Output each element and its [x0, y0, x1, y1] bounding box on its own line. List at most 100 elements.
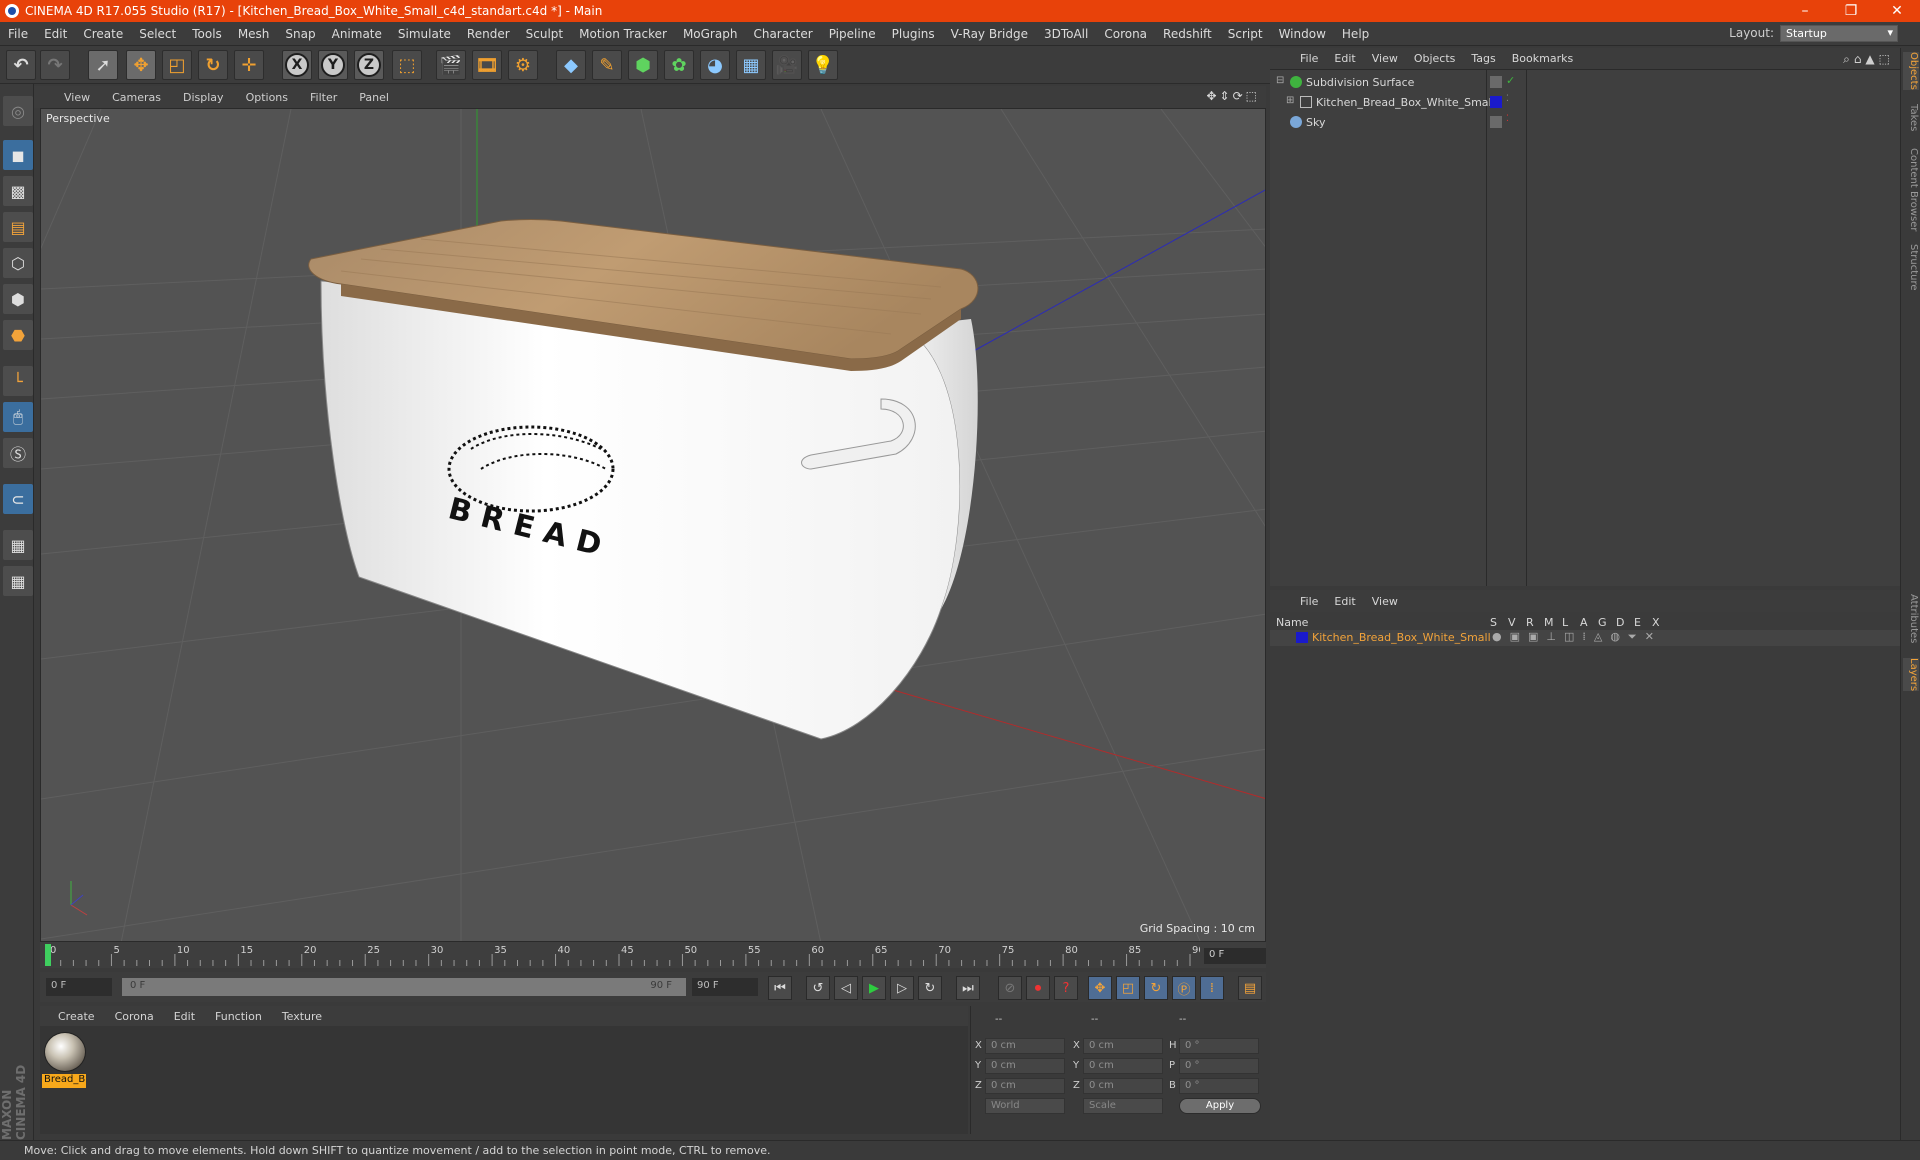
camera-icon[interactable]: 🎥 [772, 50, 802, 80]
menu-create[interactable]: Create [75, 27, 131, 41]
material-menu-texture[interactable]: Texture [272, 1010, 332, 1023]
cloner-icon[interactable]: ✿ [664, 50, 694, 80]
rot-h-field[interactable]: 0 ° [1179, 1038, 1259, 1054]
current-frame-field[interactable]: 0 F [1204, 948, 1266, 964]
key-position-icon[interactable]: ✥ [1088, 976, 1112, 1000]
layer-color-swatch[interactable] [1296, 632, 1308, 643]
light-icon[interactable]: 💡 [808, 50, 838, 80]
size-z-field[interactable]: 0 cm [1083, 1078, 1163, 1094]
coordinate-mode-select[interactable]: World [985, 1098, 1065, 1114]
layer-name[interactable]: Kitchen_Bread_Box_White_Small [1312, 631, 1491, 644]
tab-objects[interactable]: Objects [1903, 52, 1919, 90]
restore-button[interactable]: ❐ [1828, 3, 1874, 19]
viewport-navigation-icons[interactable]: ✥⇕⟳⬚ [1206, 89, 1260, 103]
scale-mode-select[interactable]: Scale [1083, 1098, 1163, 1114]
render-settings-icon[interactable]: ⚙ [508, 50, 538, 80]
size-y-field[interactable]: 0 cm [1083, 1058, 1163, 1074]
tab-structure[interactable]: Structure [1903, 244, 1919, 291]
layer-col-generators[interactable]: G [1598, 616, 1607, 629]
polygons-mode-icon[interactable]: ⬣ [3, 320, 33, 350]
layer-col-manager[interactable]: M [1544, 616, 1554, 629]
layout-select[interactable]: Startup [1780, 25, 1898, 42]
playhead-marker[interactable] [45, 944, 51, 966]
material-menu-edit[interactable]: Edit [164, 1010, 205, 1023]
key-rotation-icon[interactable]: ↻ [1144, 976, 1168, 1000]
menu-tools[interactable]: Tools [184, 27, 230, 41]
objects-menu-bookmarks[interactable]: Bookmarks [1504, 52, 1581, 65]
end-frame-field[interactable]: 90 F [692, 978, 758, 996]
pos-y-field[interactable]: 0 cm [985, 1058, 1065, 1074]
select-arrow-icon[interactable]: ➚ [88, 50, 118, 80]
menu-redshift[interactable]: Redshift [1155, 27, 1220, 41]
layer-col-solo[interactable]: S [1490, 616, 1497, 629]
tab-takes[interactable]: Takes [1903, 104, 1919, 131]
key-pla-icon[interactable]: ⁞ [1200, 976, 1224, 1000]
objects-menu-edit[interactable]: Edit [1326, 52, 1363, 65]
material-menu-corona[interactable]: Corona [105, 1010, 164, 1023]
pen-spline-icon[interactable]: ✎ [592, 50, 622, 80]
layer-col-view[interactable]: V [1508, 616, 1516, 629]
material-preview-ball[interactable] [44, 1032, 86, 1072]
undo-icon[interactable]: ↶ [6, 50, 36, 80]
rot-b-field[interactable]: 0 ° [1179, 1078, 1259, 1094]
rot-p-field[interactable]: 0 ° [1179, 1058, 1259, 1074]
snap-magnet-icon[interactable]: ⊂ [3, 484, 33, 514]
y-axis-lock-button[interactable]: Y [318, 50, 348, 80]
cube-object-icon[interactable]: ◆ [556, 50, 586, 80]
enabled-check-icon[interactable]: ✓ [1506, 74, 1515, 87]
close-button[interactable]: ✕ [1874, 3, 1920, 19]
layer-col-animation[interactable]: A [1580, 616, 1588, 629]
make-editable-icon[interactable]: ◎ [3, 96, 33, 126]
material-menu-function[interactable]: Function [205, 1010, 272, 1023]
minimize-button[interactable]: – [1782, 3, 1828, 19]
pos-z-field[interactable]: 0 cm [985, 1078, 1065, 1094]
next-key-icon[interactable]: ↻ [918, 976, 942, 1000]
menu-file[interactable]: File [0, 27, 36, 41]
objects-menu-view[interactable]: View [1364, 52, 1406, 65]
record-keys-icon[interactable]: ⊘ [998, 976, 1022, 1000]
rotate-tool-icon[interactable]: ↻ [198, 50, 228, 80]
layer-col-render[interactable]: R [1526, 616, 1534, 629]
menu-corona[interactable]: Corona [1096, 27, 1155, 41]
texture-mode-icon[interactable]: ▩ [3, 176, 33, 206]
menu-help[interactable]: Help [1334, 27, 1377, 41]
scale-tool-icon[interactable]: ◰ [162, 50, 192, 80]
menu-mesh[interactable]: Mesh [230, 27, 278, 41]
display-tag-icon[interactable] [1490, 116, 1502, 128]
frame-range-slider[interactable]: 0 F 90 F [122, 978, 686, 996]
menu-render[interactable]: Render [459, 27, 518, 41]
redo-icon[interactable]: ↷ [40, 50, 70, 80]
layer-col-xref[interactable]: X [1652, 616, 1660, 629]
menu-3dtoall[interactable]: 3DToAll [1036, 27, 1096, 41]
layers-menu-edit[interactable]: Edit [1326, 595, 1363, 608]
menu-select[interactable]: Select [131, 27, 184, 41]
previous-frame-icon[interactable]: ◁ [834, 976, 858, 1000]
objects-menu-tags[interactable]: Tags [1463, 52, 1503, 65]
floor-icon[interactable]: ▦ [736, 50, 766, 80]
previous-key-icon[interactable]: ↺ [806, 976, 830, 1000]
render-view-icon[interactable]: 🎬 [436, 50, 466, 80]
go-to-start-icon[interactable]: ⏮ [768, 976, 792, 1000]
layers-menu-view[interactable]: View [1364, 595, 1406, 608]
apply-button[interactable]: Apply [1179, 1098, 1261, 1114]
menu-vray-bridge[interactable]: V-Ray Bridge [943, 27, 1036, 41]
tab-attributes[interactable]: Attributes [1903, 594, 1919, 643]
menu-mograph[interactable]: MoGraph [675, 27, 746, 41]
go-to-end-icon[interactable]: ⏭ [956, 976, 980, 1000]
objects-menu-objects[interactable]: Objects [1406, 52, 1464, 65]
viewport-menu-view[interactable]: View [34, 91, 101, 104]
viewport-menu-display[interactable]: Display [172, 91, 235, 104]
keyframe-selection-icon[interactable]: ? [1054, 976, 1078, 1000]
solo-icon[interactable]: Ⓢ [3, 438, 33, 468]
key-scale-icon[interactable]: ◰ [1116, 976, 1140, 1000]
play-icon[interactable]: ▶ [862, 976, 886, 1000]
viewport-menu-filter[interactable]: Filter [299, 91, 348, 104]
timeline-window-icon[interactable]: ▤ [1238, 976, 1262, 1000]
layer-color-swatch[interactable] [1490, 96, 1502, 108]
edges-mode-icon[interactable]: ⬢ [3, 284, 33, 314]
visibility-dots-icon[interactable]: ⁚ [1506, 114, 1509, 124]
object-row-bread-box[interactable]: ⊞ Kitchen_Bread_Box_White_Small ⁚ [1270, 94, 1900, 112]
timeline-ruler[interactable]: 051015202530354045505560657075808590 0 F [40, 942, 1266, 968]
points-mode-icon[interactable]: ⬡ [3, 248, 33, 278]
material-name-label[interactable]: Bread_B [42, 1074, 86, 1088]
